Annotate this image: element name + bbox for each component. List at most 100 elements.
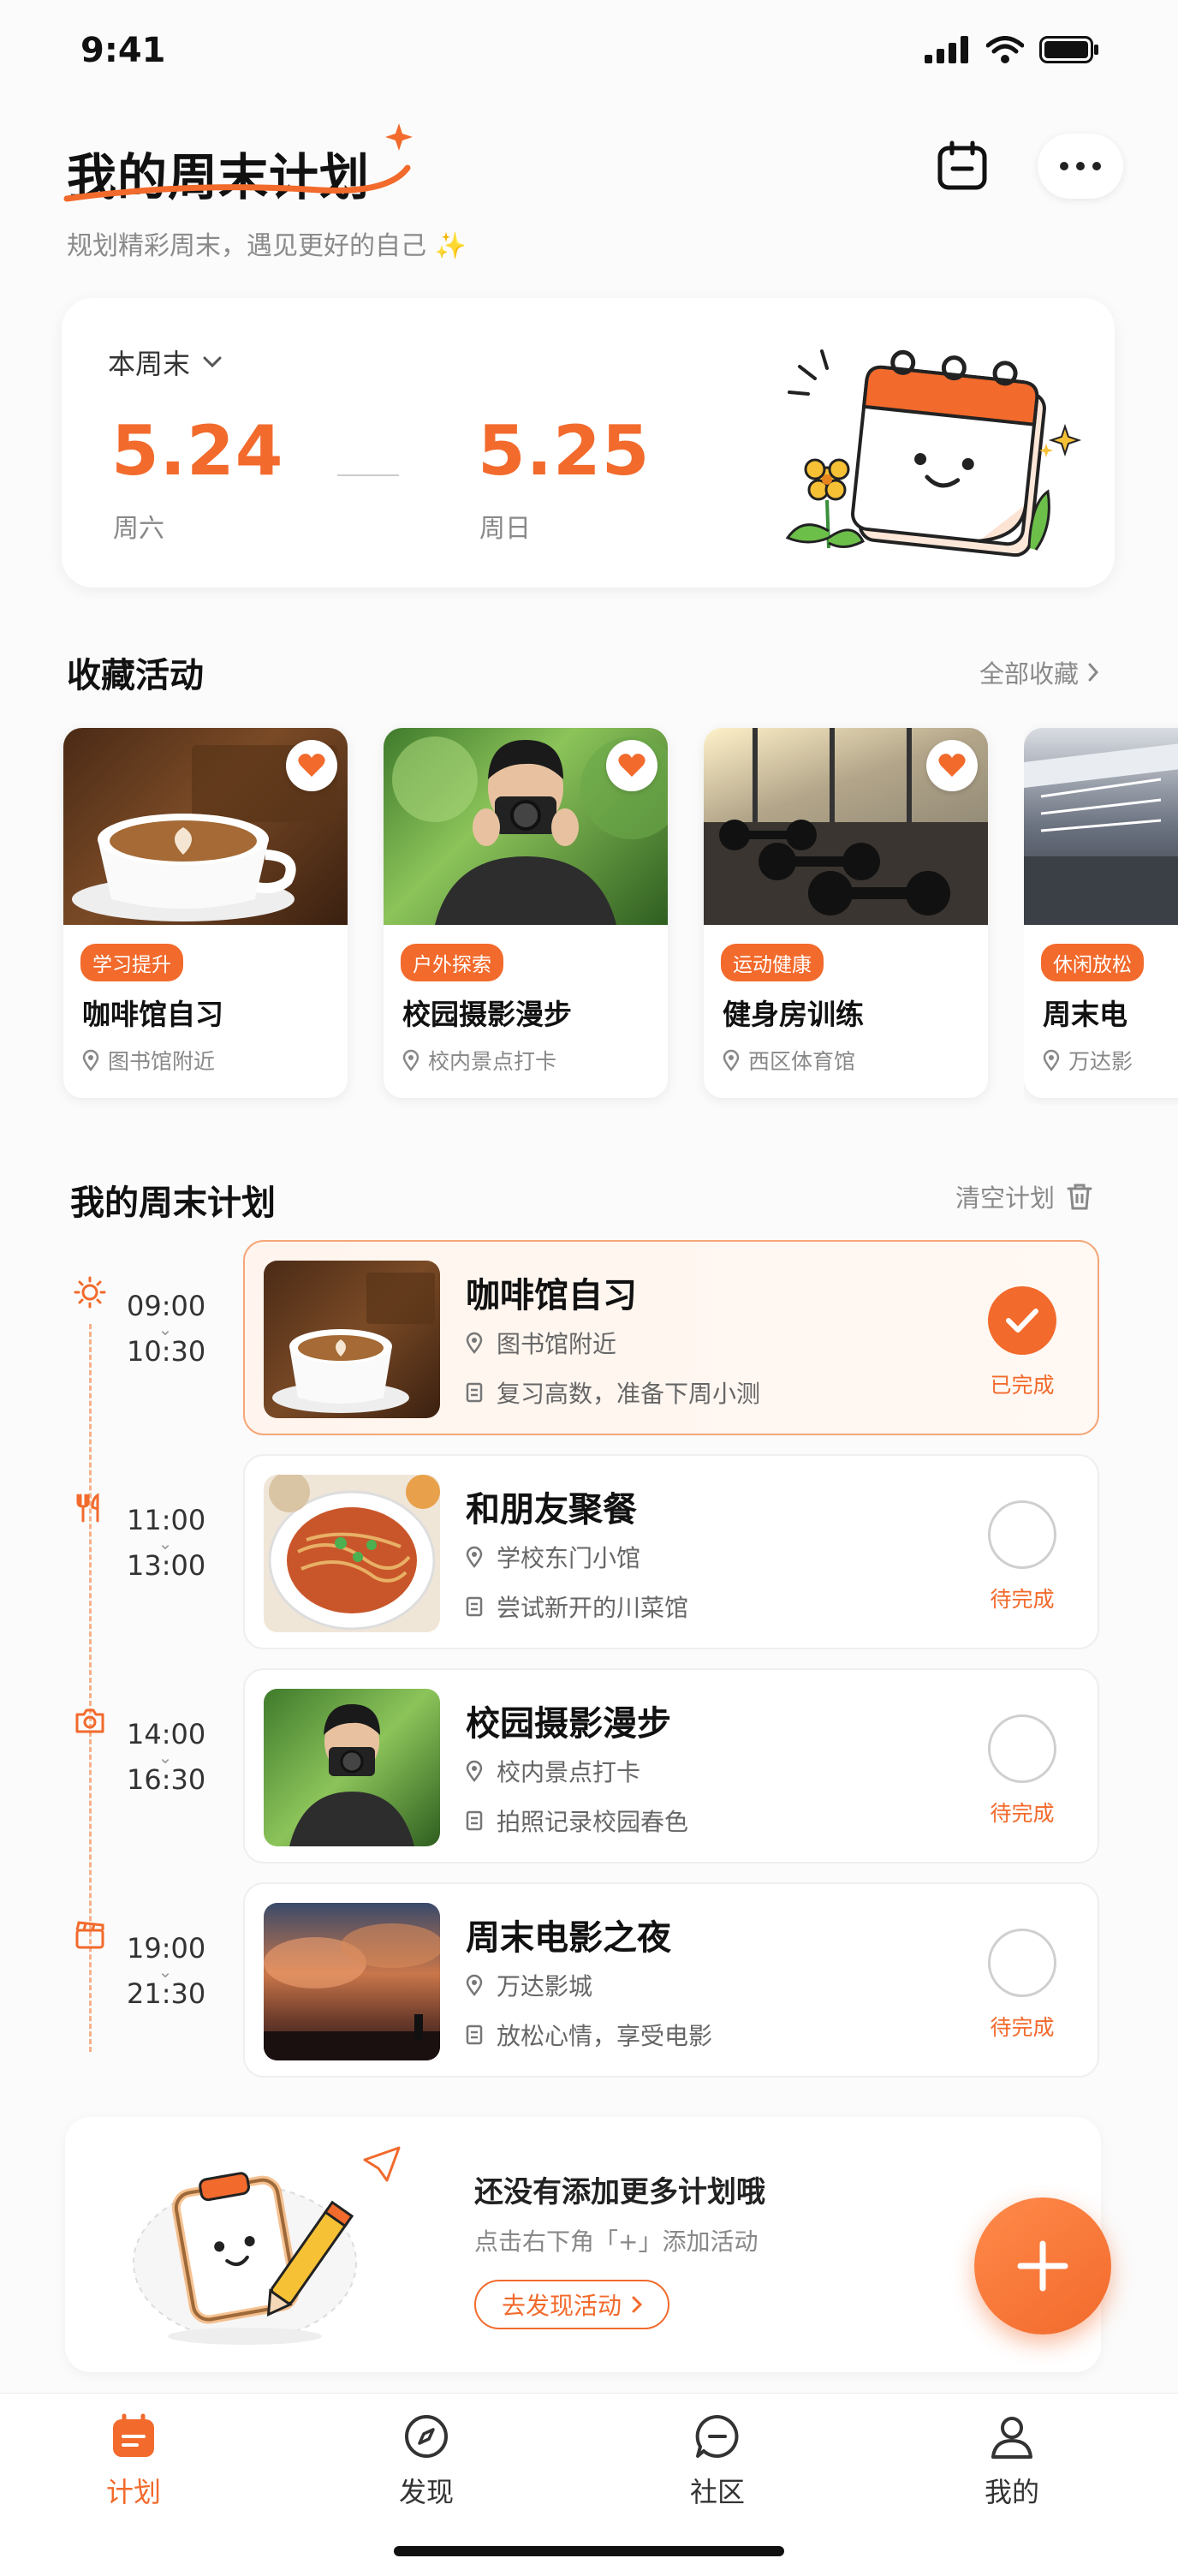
clear-plan-label: 清空计划 — [955, 1184, 1055, 1213]
photography-thumbnail — [264, 1689, 440, 1846]
tab-profile[interactable]: 我的 — [943, 2412, 1080, 2510]
plus-icon — [1017, 2240, 1068, 2292]
plan-location: 校内景点打卡 — [466, 1754, 640, 1788]
add-activity-button[interactable] — [974, 2197, 1111, 2334]
favorite-location-text: 校内景点打卡 — [428, 1049, 557, 1074]
tab-discover[interactable]: 发现 — [358, 2412, 495, 2510]
end-time: 21:30 — [127, 1977, 206, 2011]
plan-card[interactable]: 校园摄影漫步 校内景点打卡 拍照记录校园春色 待完成 — [243, 1668, 1099, 1863]
calendar-icon — [937, 140, 987, 190]
photography-photo — [384, 728, 668, 925]
calendar-button[interactable] — [931, 135, 993, 197]
favorite-card[interactable]: 学习提升 咖啡馆自习 图书馆附近 — [63, 728, 348, 1098]
favorite-card[interactable]: 户外探索 校园摄影漫步 校内景点打卡 — [384, 728, 668, 1098]
start-time: 14:00 — [127, 1718, 206, 1750]
page-subtitle: 规划精彩周末，遇见更好的自己 ✨ — [67, 231, 467, 261]
heart-icon — [618, 754, 646, 777]
coffee-photo — [63, 728, 348, 925]
favorite-card-clip: 休闲放松 周末电 万达影 — [1024, 723, 1178, 1105]
compass-icon — [405, 2415, 448, 2458]
favorite-heart-button[interactable] — [286, 740, 337, 791]
more-button[interactable] — [1038, 134, 1123, 199]
start-time: 09:00 — [127, 1290, 206, 1322]
clapperboard-icon — [75, 1921, 104, 1949]
end-time: 10:30 — [127, 1335, 206, 1368]
camera-icon — [75, 1708, 104, 1733]
chevron-right-icon — [632, 2296, 643, 2313]
time-range: 14:00 ⌄ 16:30 — [127, 1718, 206, 1795]
time-range: 19:00 ⌄ 21:30 — [127, 1933, 206, 2011]
favorite-card[interactable]: 休闲放松 周末电 万达影 — [1024, 728, 1178, 1098]
category-tag: 休闲放松 — [1041, 944, 1144, 981]
location-pin-icon — [723, 1049, 740, 1071]
discover-activities-button[interactable]: 去发现活动 — [474, 2280, 670, 2329]
wifi-icon — [986, 36, 1024, 63]
completion-status: 待完成 — [990, 1587, 1055, 1612]
chat-icon — [695, 2414, 739, 2458]
title-underline-decoration — [63, 123, 413, 202]
plan-item-title: 周末电影之夜 — [466, 1918, 671, 1958]
date-separator — [337, 474, 399, 476]
tab-label: 发现 — [398, 2476, 454, 2508]
status-icons — [925, 36, 1099, 63]
plan-item-title: 和朋友聚餐 — [466, 1490, 637, 1530]
chevron-right-icon — [1088, 663, 1099, 682]
completion-toggle[interactable] — [988, 1500, 1056, 1569]
completion-toggle[interactable] — [988, 1286, 1056, 1355]
more-dot — [1076, 162, 1085, 170]
plan-item-title: 咖啡馆自习 — [466, 1276, 637, 1315]
plan-note: 复习高数，准备下周小测 — [466, 1375, 760, 1410]
coffee-thumbnail — [264, 1261, 440, 1418]
plan-card[interactable]: 咖啡馆自习 图书馆附近 复习高数，准备下周小测 已完成 — [243, 1240, 1099, 1435]
completion-toggle[interactable] — [988, 1714, 1056, 1783]
bottom-tab-bar: 计划 发现 社区 我的 — [0, 2393, 1178, 2576]
category-tag: 户外探索 — [401, 944, 503, 981]
tab-plan[interactable]: 计划 — [65, 2412, 202, 2510]
week-selector[interactable]: 本周末 — [108, 343, 223, 382]
saturday-label: 周六 — [113, 514, 164, 544]
completion-status: 待完成 — [990, 2015, 1055, 2040]
fork-knife-icon — [76, 1493, 99, 1523]
favorite-title: 周末电 — [1043, 998, 1127, 1031]
empty-state-card: 还没有添加更多计划哦 点击右下角「+」添加活动 去发现活动 — [65, 2117, 1101, 2372]
gym-photo — [704, 728, 988, 925]
clear-plan-button[interactable]: 清空计划 — [955, 1178, 1092, 1214]
favorite-location: 图书馆附近 — [82, 1045, 215, 1076]
clipboard-mascot-illustration — [133, 2146, 401, 2345]
plan-note-text: 拍照记录校园春色 — [497, 1808, 689, 1836]
more-dot — [1092, 162, 1101, 170]
tab-community[interactable]: 社区 — [649, 2412, 786, 2510]
completion-status: 已完成 — [990, 1373, 1055, 1398]
favorite-card[interactable]: 运动健康 健身房训练 西区体育馆 — [704, 728, 988, 1098]
note-icon — [466, 1382, 483, 1403]
favorite-heart-button[interactable] — [926, 740, 978, 791]
favorite-location-text: 图书馆附近 — [108, 1049, 216, 1074]
chevron-down-icon — [203, 356, 222, 368]
location-pin-icon — [466, 1974, 483, 1996]
plan-location: 万达影城 — [466, 1968, 592, 2002]
plan-note: 拍照记录校园春色 — [466, 1804, 688, 1838]
time-range: 11:00 ⌄ 13:00 — [127, 1505, 205, 1581]
favorite-title: 咖啡馆自习 — [82, 998, 223, 1031]
favorite-heart-button[interactable] — [606, 740, 657, 791]
movie-night-thumbnail — [264, 1903, 440, 2060]
battery-icon — [1039, 36, 1098, 63]
location-pin-icon — [466, 1760, 483, 1782]
all-favorites-link[interactable]: 全部收藏 — [979, 654, 1099, 690]
plan-location-text: 图书馆附近 — [497, 1330, 617, 1358]
plan-card[interactable]: 和朋友聚餐 学校东门小馆 尝试新开的川菜馆 待完成 — [243, 1454, 1099, 1649]
status-time: 9:41 — [80, 31, 166, 70]
favorite-title: 健身房训练 — [723, 998, 864, 1031]
plan-card[interactable]: 周末电影之夜 万达影城 放松心情，享受电影 待完成 — [243, 1882, 1099, 2078]
time-range: 09:00 ⌄ 10:30 — [127, 1290, 206, 1368]
trash-icon — [1067, 1184, 1092, 1210]
sunday-label: 周日 — [479, 514, 531, 544]
plan-location: 图书馆附近 — [466, 1326, 616, 1360]
completion-toggle[interactable] — [988, 1929, 1056, 1997]
heart-icon — [938, 754, 966, 777]
checkmark-icon — [1006, 1309, 1038, 1333]
favorite-location-text: 万达影 — [1068, 1049, 1133, 1074]
plan-note-text: 放松心情，享受电影 — [497, 2022, 713, 2050]
home-indicator — [394, 2546, 784, 2556]
note-icon — [466, 1810, 483, 1831]
